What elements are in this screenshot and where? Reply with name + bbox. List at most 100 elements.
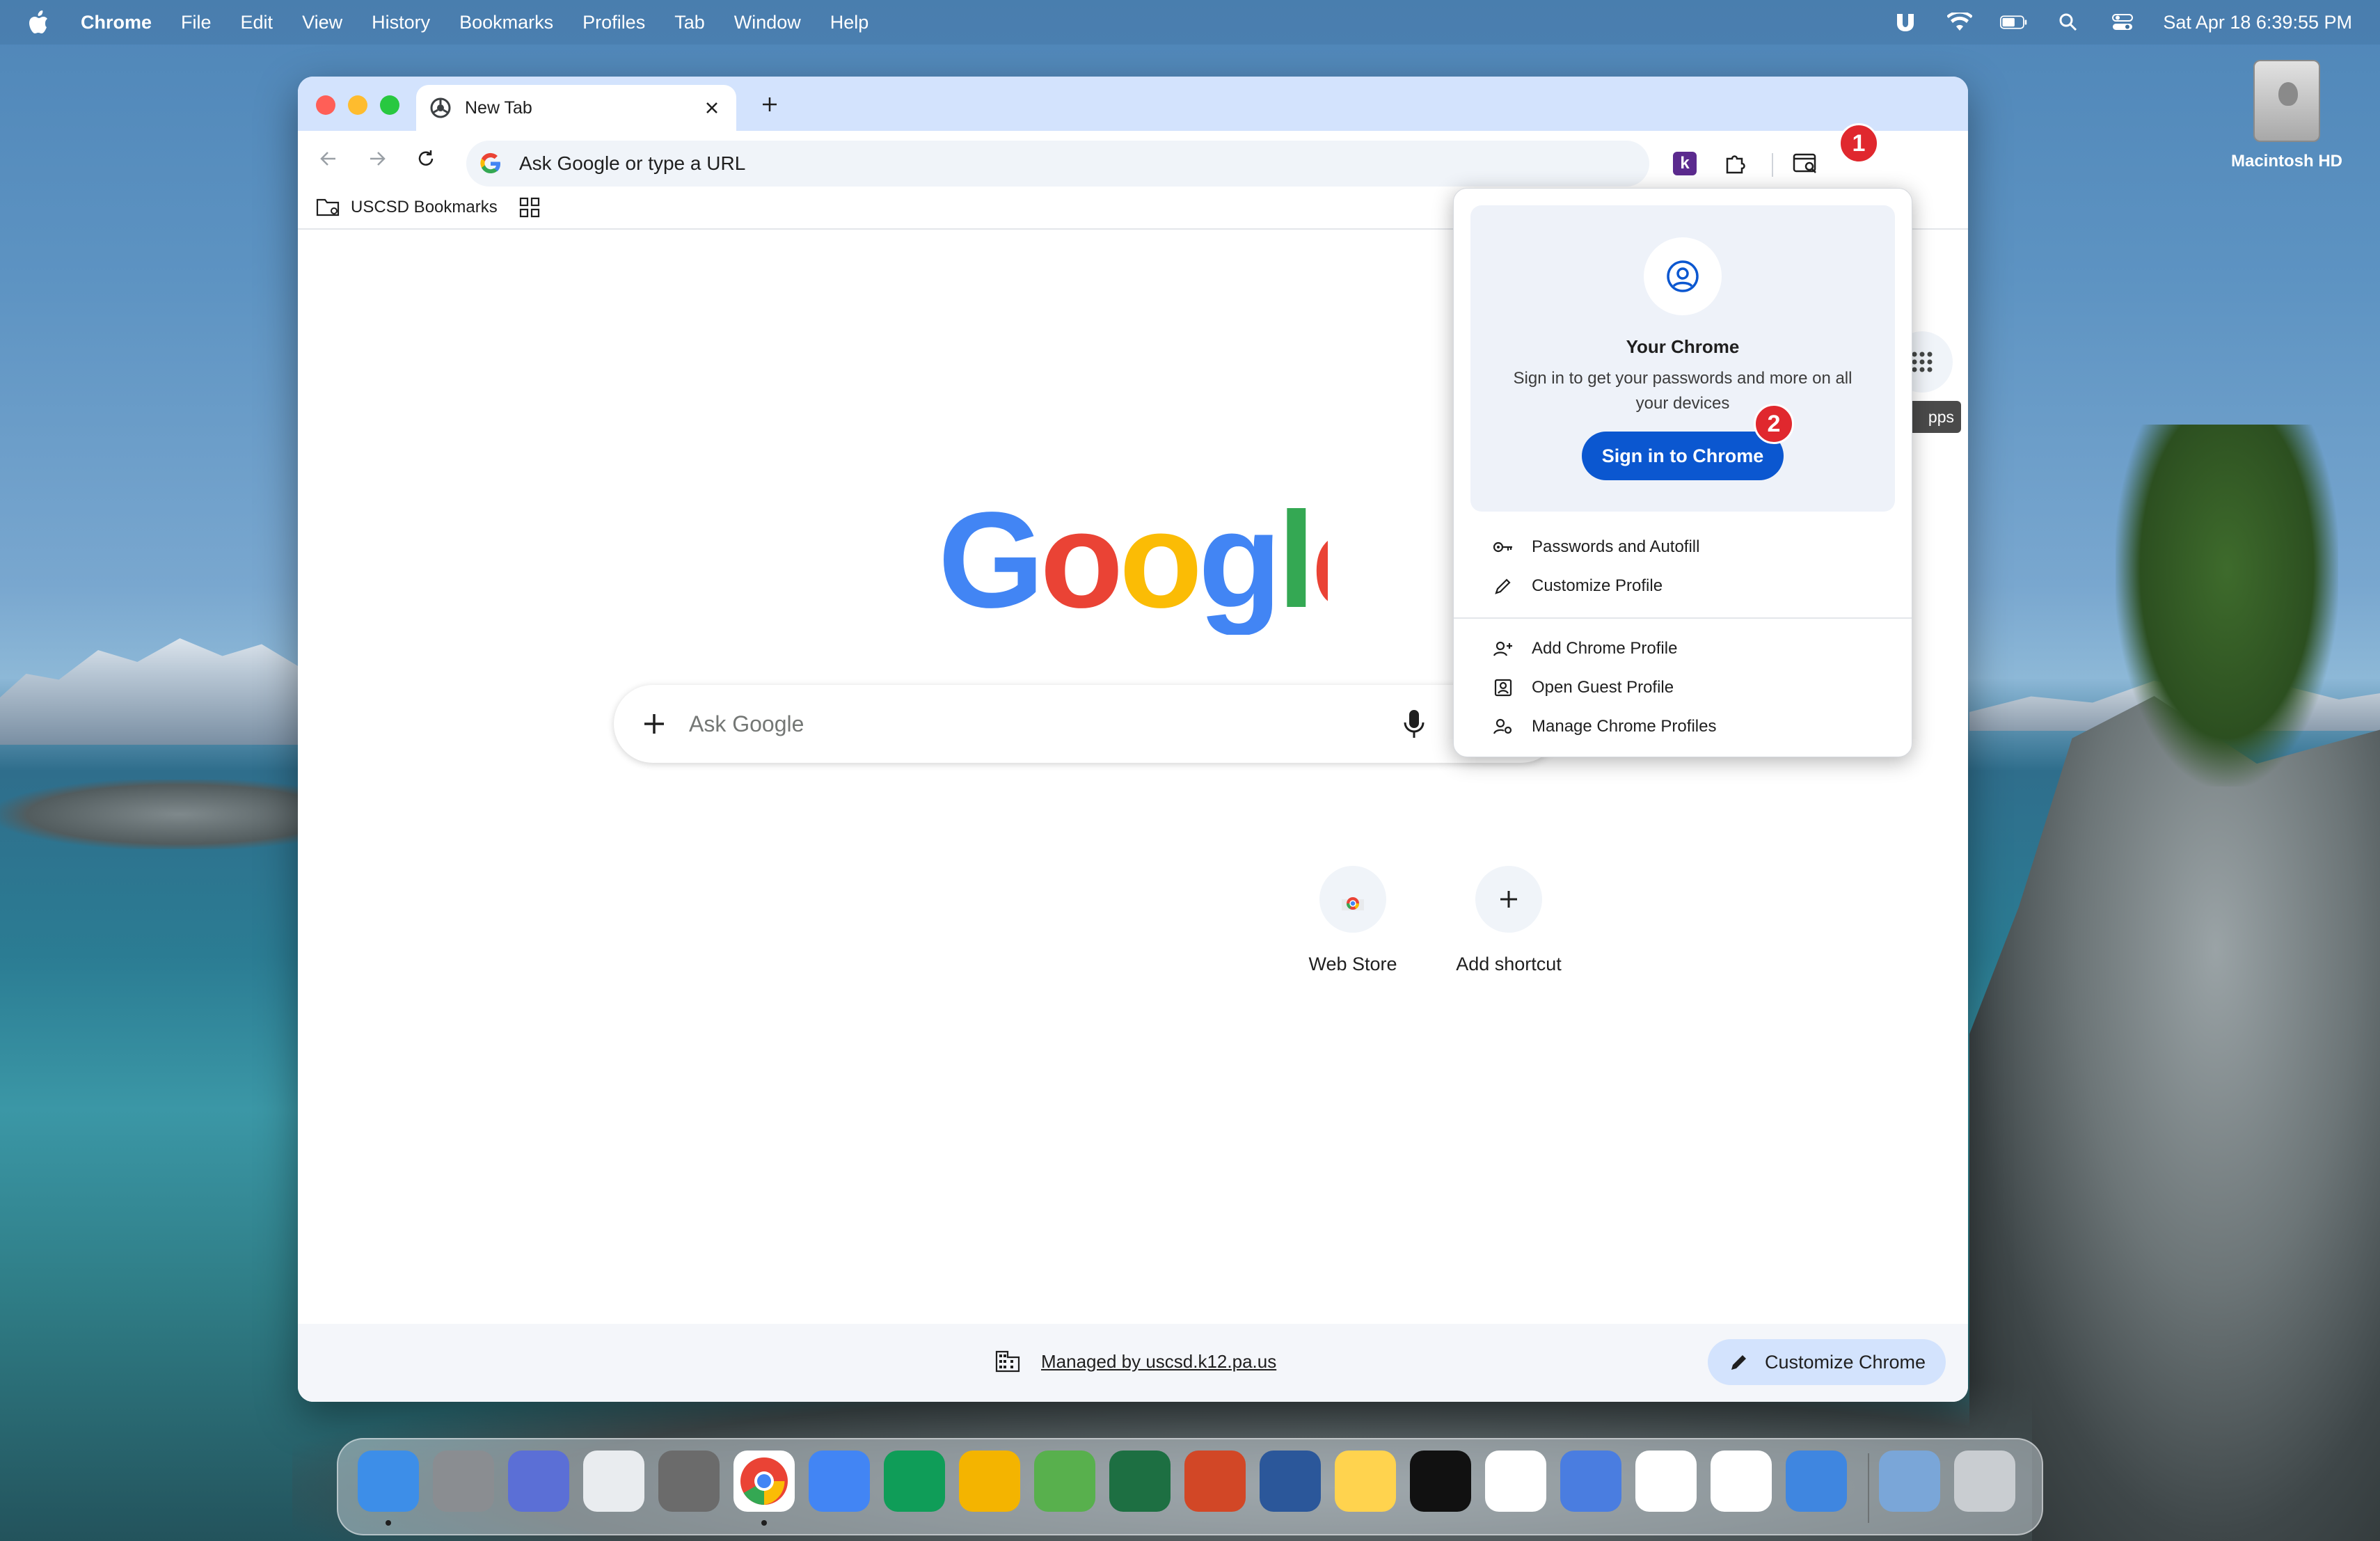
battery-icon[interactable] xyxy=(2000,11,2028,33)
svg-text:Google: Google xyxy=(938,503,1328,635)
wifi-icon[interactable] xyxy=(1946,11,1974,33)
calculator-icon[interactable] xyxy=(658,1451,720,1512)
menu-passwords-autofill[interactable]: Passwords and Autofill xyxy=(1493,530,1882,564)
system-settings-icon[interactable] xyxy=(433,1451,494,1512)
apps-tooltip: pps xyxy=(1905,401,1961,433)
menu-app-name[interactable]: Chrome xyxy=(81,12,152,33)
menu-label: Passwords and Autofill xyxy=(1532,537,1700,556)
excel-icon[interactable] xyxy=(1109,1451,1171,1512)
sign-in-button[interactable]: Sign in to Chrome xyxy=(1582,432,1784,480)
self-service-icon[interactable] xyxy=(1560,1451,1621,1512)
reload-icon[interactable] xyxy=(409,142,443,175)
dock xyxy=(337,1438,2043,1535)
menu-manage-chrome-profiles[interactable]: Manage Chrome Profiles xyxy=(1493,709,1882,744)
tab-close-icon[interactable] xyxy=(701,97,722,118)
menu-customize-profile[interactable]: Customize Profile xyxy=(1493,569,1882,603)
google-logo: Google xyxy=(938,503,1328,635)
extension-k-icon[interactable]: k xyxy=(1666,145,1704,182)
managed-bookmarks-folder-icon[interactable] xyxy=(316,197,341,218)
bookmark-folder-uscsd[interactable]: USCSD Bookmarks xyxy=(351,198,498,217)
tab-search-icon[interactable] xyxy=(1787,145,1825,182)
toolbar-separator xyxy=(1772,153,1773,177)
shortcut-add[interactable]: Add shortcut xyxy=(1432,866,1585,975)
menu-profiles[interactable]: Profiles xyxy=(582,12,645,33)
omnibox[interactable]: Ask Google or type a URL xyxy=(466,141,1649,187)
chrome-icon[interactable] xyxy=(733,1451,795,1512)
profile-hero-card: Your Chrome Sign in to get your password… xyxy=(1470,205,1895,512)
menu-label: Open Guest Profile xyxy=(1532,678,1674,697)
wallpaper-tree xyxy=(2116,425,2338,787)
customize-chrome-label: Customize Chrome xyxy=(1765,1351,1926,1373)
chrome-favicon-icon xyxy=(430,97,451,118)
forward-arrow-icon[interactable] xyxy=(360,142,394,175)
launchpad-icon[interactable] xyxy=(583,1451,644,1512)
photos-icon[interactable] xyxy=(1485,1451,1546,1512)
google-sheets-icon[interactable] xyxy=(884,1451,945,1512)
menu-edit[interactable]: Edit xyxy=(241,12,273,33)
extensions-puzzle-icon[interactable] xyxy=(1716,145,1754,182)
simulator-icon[interactable] xyxy=(508,1451,569,1512)
web-store-icon xyxy=(1319,866,1386,933)
wallpaper-mountains xyxy=(0,638,327,745)
apps-shortcut-icon[interactable] xyxy=(518,196,541,219)
shortcut-web-store[interactable]: Web Store xyxy=(1276,866,1429,975)
weather-icon[interactable] xyxy=(1786,1451,1847,1512)
managed-by-link[interactable]: Managed by uscsd.k12.pa.us xyxy=(995,1350,1276,1373)
guest-profile-icon xyxy=(1493,677,1514,698)
menubar-clock[interactable]: Sat Apr 18 6:39:55 PM xyxy=(2163,12,2352,33)
menu-history[interactable]: History xyxy=(372,12,430,33)
running-indicator xyxy=(386,1520,391,1526)
word-icon[interactable] xyxy=(1260,1451,1321,1512)
menu-bookmarks[interactable]: Bookmarks xyxy=(459,12,553,33)
menu-label: Add Chrome Profile xyxy=(1532,639,1678,658)
profile-avatar-icon xyxy=(1644,237,1722,315)
profile-subtitle: Sign in to get your passwords and more o… xyxy=(1513,369,1853,413)
logo-letter-g2: g xyxy=(1198,503,1278,635)
notes-icon[interactable] xyxy=(1335,1451,1396,1512)
ntp-footer: Managed by uscsd.k12.pa.us Customize Chr… xyxy=(298,1324,1968,1402)
google-slides-icon[interactable] xyxy=(959,1451,1020,1512)
dock-separator xyxy=(1868,1453,1869,1523)
zoom-window-button[interactable] xyxy=(380,95,399,115)
powerpoint-icon[interactable] xyxy=(1184,1451,1246,1512)
ntp-search-box[interactable]: Ask Google xyxy=(614,685,1560,763)
menu-file[interactable]: File xyxy=(181,12,212,33)
microphone-icon[interactable] xyxy=(1400,709,1428,739)
logo-letter-l: l xyxy=(1278,503,1311,635)
macintosh-hd[interactable]: Macintosh HD xyxy=(2224,60,2349,171)
control-center-icon[interactable] xyxy=(2109,11,2136,33)
logo-letter-e: e xyxy=(1311,503,1328,635)
slack-icon[interactable] xyxy=(1711,1451,1772,1512)
annotation-badge-1: 1 xyxy=(1839,123,1879,164)
plus-icon[interactable] xyxy=(640,710,668,738)
menu-open-guest-profile[interactable]: Open Guest Profile xyxy=(1493,670,1882,705)
trash-icon[interactable] xyxy=(1954,1451,2015,1512)
menu-view[interactable]: View xyxy=(302,12,342,33)
customize-chrome-button[interactable]: Customize Chrome xyxy=(1708,1339,1946,1385)
downloads-folder-icon[interactable] xyxy=(1879,1451,1940,1512)
spotlight-search-icon[interactable] xyxy=(2054,11,2082,33)
key-icon xyxy=(1493,537,1514,558)
back-arrow-icon[interactable] xyxy=(312,142,345,175)
finder-icon[interactable] xyxy=(358,1451,419,1512)
security-agent-icon[interactable] xyxy=(1891,11,1919,33)
running-indicator xyxy=(761,1520,767,1526)
tab-new-tab[interactable]: New Tab xyxy=(416,85,736,131)
shortcut-label: Web Store xyxy=(1308,954,1397,974)
menu-window[interactable]: Window xyxy=(734,12,801,33)
close-window-button[interactable] xyxy=(316,95,335,115)
apple-menu-icon[interactable] xyxy=(28,9,50,35)
logo-letter-o1: o xyxy=(1040,503,1119,635)
menu-tab[interactable]: Tab xyxy=(674,12,705,33)
maps-icon[interactable] xyxy=(1034,1451,1095,1512)
add-shortcut-plus-icon xyxy=(1475,866,1542,933)
minimize-window-button[interactable] xyxy=(348,95,367,115)
apple-tv-icon[interactable] xyxy=(1410,1451,1471,1512)
google-docs-icon[interactable] xyxy=(809,1451,870,1512)
menu-add-chrome-profile[interactable]: Add Chrome Profile xyxy=(1493,631,1882,666)
new-tab-button[interactable] xyxy=(757,92,782,117)
menu-help[interactable]: Help xyxy=(830,12,869,33)
reminders-icon[interactable] xyxy=(1635,1451,1697,1512)
pencil-icon xyxy=(1493,576,1514,596)
google-g-icon xyxy=(480,152,500,174)
